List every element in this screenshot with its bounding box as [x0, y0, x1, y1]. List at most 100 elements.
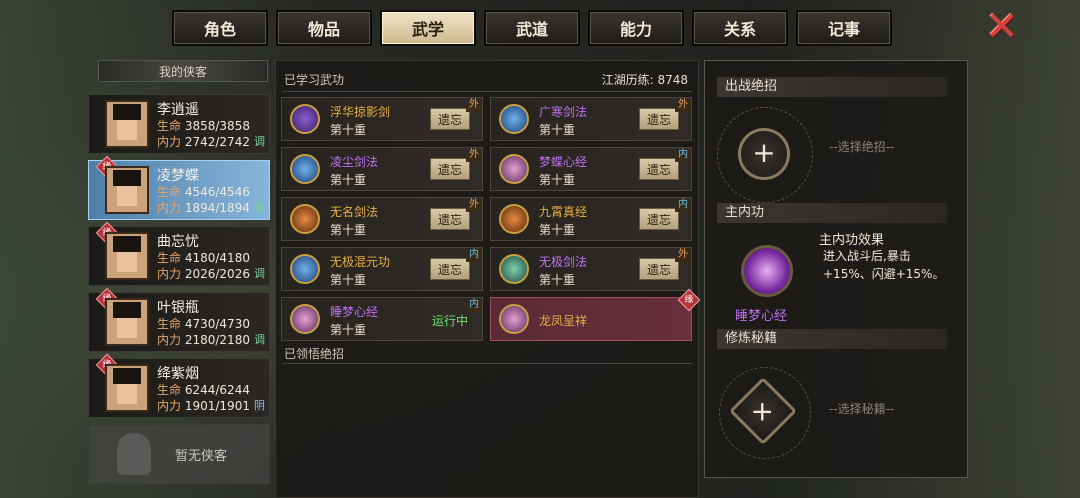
- hero-portrait: [105, 364, 149, 412]
- sword-skill-icon: [290, 154, 320, 184]
- hero-name: 李逍遥: [157, 102, 199, 118]
- inner-skill-icon: [290, 304, 320, 334]
- skill-card[interactable]: 无名剑法 第十重 遗忘 外: [281, 197, 483, 241]
- empty-hero-slot[interactable]: 暂无侠客: [88, 424, 270, 484]
- hero-tag: 调: [254, 201, 265, 214]
- skill-level: 第十重: [330, 173, 367, 187]
- hero-card[interactable]: 李逍遥 生命 3858/3858 内力 2742/2742 调: [88, 94, 270, 154]
- skill-name: 睡梦心经: [330, 305, 379, 319]
- tab-martial-way[interactable]: 武道: [484, 10, 580, 46]
- skill-name: 梦蝶心经: [539, 155, 588, 169]
- internal-type-tag: 内: [675, 198, 691, 212]
- battle-skill-hint: --选择绝招--: [829, 140, 895, 154]
- hero-portrait: [105, 166, 149, 214]
- learned-skills-header: 已学习武功: [284, 73, 345, 87]
- lotus-skill-icon: [499, 304, 529, 334]
- skill-name: 凌尘剑法: [330, 155, 379, 169]
- hero-card[interactable]: 缘 绛紫烟 生命 6244/6244 内力 1901/1901 阴: [88, 353, 270, 418]
- skill-card-selected[interactable]: 龙凤呈祥 缘: [490, 288, 701, 341]
- plus-icon: +: [750, 394, 775, 428]
- top-tabs: 角色 物品 武学 武道 能力 关系 记事: [172, 10, 892, 48]
- forget-button[interactable]: 遗忘: [639, 158, 679, 180]
- skill-name: 龙凤呈祥: [539, 314, 588, 328]
- skill-level: 第十重: [330, 273, 367, 287]
- hp-label: 生命: [157, 383, 182, 397]
- plus-icon: +: [752, 136, 776, 169]
- forget-button[interactable]: 遗忘: [430, 108, 470, 130]
- sword-skill-icon: [290, 204, 320, 234]
- skill-card[interactable]: 无极剑法 第十重 遗忘 外: [490, 247, 692, 291]
- mp-label: 内力: [157, 333, 182, 347]
- mp-value: 1894/1894: [184, 201, 250, 215]
- mp-label: 内力: [157, 201, 182, 215]
- fate-type-label: 缘: [684, 295, 694, 305]
- skill-card[interactable]: 浮华掠影剑 第十重 遗忘 外: [281, 97, 483, 141]
- skill-level: 第十重: [539, 273, 576, 287]
- empty-hero-label: 暂无侠客: [175, 449, 228, 464]
- tab-martial-arts[interactable]: 武学: [380, 10, 476, 46]
- mp-value: 2742/2742: [184, 135, 250, 149]
- hero-tag: 阴: [254, 399, 265, 412]
- close-icon[interactable]: ✕: [984, 7, 1020, 47]
- main-inner-skill-icon[interactable]: [741, 245, 793, 297]
- forget-button[interactable]: 遗忘: [430, 208, 470, 230]
- add-battle-skill-button[interactable]: +: [738, 128, 790, 180]
- sword-skill-icon: [290, 104, 320, 134]
- hero-name: 曲忘忧: [157, 234, 199, 250]
- external-type-tag: 外: [466, 198, 482, 212]
- hp-value: 6244/6244: [184, 383, 250, 397]
- hero-tag: 调: [254, 135, 265, 148]
- skill-card[interactable]: 睡梦心经 第十重 运行中 内: [281, 297, 483, 341]
- external-type-tag: 外: [466, 148, 482, 162]
- skill-level: 第十重: [539, 173, 576, 187]
- running-status: 运行中: [431, 314, 468, 328]
- external-type-tag: 外: [675, 98, 691, 112]
- hero-card[interactable]: 缘 叶银瓶 生命 4730/4730 内力 2180/2180 调: [88, 287, 270, 352]
- tab-character[interactable]: 角色: [172, 10, 268, 46]
- hp-label: 生命: [157, 185, 182, 199]
- sword-skill-icon: [499, 104, 529, 134]
- forget-button[interactable]: 遗忘: [639, 258, 679, 280]
- hero-portrait: [105, 100, 149, 148]
- forget-button[interactable]: 遗忘: [430, 158, 470, 180]
- silhouette-icon: [117, 433, 151, 475]
- effect-title: 主内功效果: [819, 233, 885, 248]
- fate-type-tag: 缘: [677, 288, 701, 312]
- skill-name: 九霄真经: [539, 205, 588, 219]
- exp-label: 江湖历练:: [601, 73, 654, 87]
- hero-tag: 调: [254, 267, 265, 280]
- inner-skill-icon: [499, 154, 529, 184]
- tab-journal[interactable]: 记事: [796, 10, 892, 46]
- hero-portrait: [105, 298, 149, 346]
- mp-value: 2180/2180: [184, 333, 250, 347]
- mp-label: 内力: [157, 135, 182, 149]
- skill-card[interactable]: 无极混元功 第十重 遗忘 内: [281, 247, 483, 291]
- hero-card-selected[interactable]: 缘 凌梦蝶 生命 4546/4546 内力 1894/1894 调: [88, 155, 270, 220]
- hero-name: 凌梦蝶: [157, 168, 199, 184]
- forget-button[interactable]: 遗忘: [430, 258, 470, 280]
- forget-button[interactable]: 遗忘: [639, 208, 679, 230]
- tab-items[interactable]: 物品: [276, 10, 372, 46]
- mp-label: 内力: [157, 399, 182, 413]
- skill-level: 第十重: [539, 123, 576, 137]
- internal-type-tag: 内: [675, 148, 691, 162]
- hero-name: 叶银瓶: [157, 300, 199, 316]
- skill-card[interactable]: 凌尘剑法 第十重 遗忘 外: [281, 147, 483, 191]
- hero-card[interactable]: 缘 曲忘忧 生命 4180/4180 内力 2026/2026 调: [88, 221, 270, 286]
- inner-skill-icon: [499, 204, 529, 234]
- tab-abilities[interactable]: 能力: [588, 10, 684, 46]
- skill-card[interactable]: 梦蝶心经 第十重 遗忘 内: [490, 147, 692, 191]
- skill-name: 无名剑法: [330, 205, 379, 219]
- effect-text: 进入战斗后,暴击+15%、闪避+15%。: [823, 249, 945, 281]
- skill-card[interactable]: 九霄真经 第十重 遗忘 内: [490, 197, 692, 241]
- mp-value: 2026/2026: [184, 267, 250, 281]
- tab-relations[interactable]: 关系: [692, 10, 788, 46]
- jianghu-experience: 江湖历练: 8748: [602, 71, 688, 88]
- exp-value: 8748: [657, 73, 688, 87]
- equip-panel: 出战绝招 + --选择绝招-- 主内功 睡梦心经 主内功效果 进入战斗后,暴击+…: [704, 60, 968, 478]
- skill-level: 第十重: [330, 123, 367, 137]
- skill-level: 第十重: [330, 223, 367, 237]
- insight-header: 已领悟绝招: [284, 347, 345, 361]
- skill-card[interactable]: 广寒剑法 第十重 遗忘 外: [490, 97, 692, 141]
- forget-button[interactable]: 遗忘: [639, 108, 679, 130]
